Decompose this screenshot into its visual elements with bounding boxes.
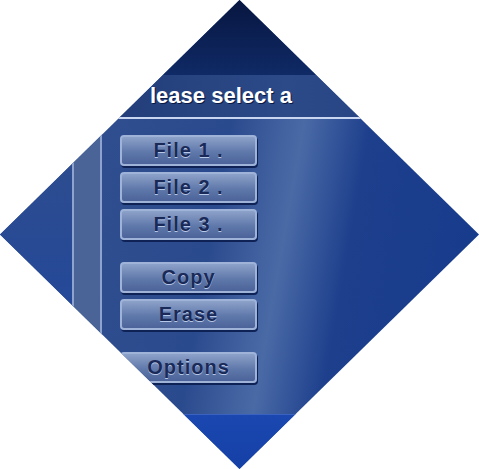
options-group: Options bbox=[120, 352, 257, 383]
file-menu: File 1 . File 2 . File 3 . Copy Erase Options bbox=[102, 119, 257, 414]
file-slot-button[interactable]: File 3 . bbox=[120, 209, 257, 240]
action-group: Copy Erase bbox=[120, 262, 257, 330]
file-slot-button[interactable]: File 2 . bbox=[120, 172, 257, 203]
action-button[interactable]: Copy bbox=[120, 262, 257, 293]
side-panel bbox=[72, 119, 102, 414]
top-band bbox=[0, 0, 479, 75]
bottom-band bbox=[0, 414, 479, 469]
left-rail bbox=[0, 119, 72, 414]
title-bar: lease select a bbox=[0, 75, 479, 119]
options-button[interactable]: Options bbox=[120, 352, 257, 383]
menu-body: File 1 . File 2 . File 3 . Copy Erase Options bbox=[0, 119, 479, 414]
screen-title: lease select a bbox=[150, 83, 292, 109]
file-slot-group: File 1 . File 2 . File 3 . bbox=[120, 135, 257, 240]
file-slot-button[interactable]: File 1 . bbox=[120, 135, 257, 166]
file-select-screen: lease select a File 1 . File 2 . File 3 . Co… bbox=[0, 0, 479, 469]
action-button[interactable]: Erase bbox=[120, 299, 257, 330]
